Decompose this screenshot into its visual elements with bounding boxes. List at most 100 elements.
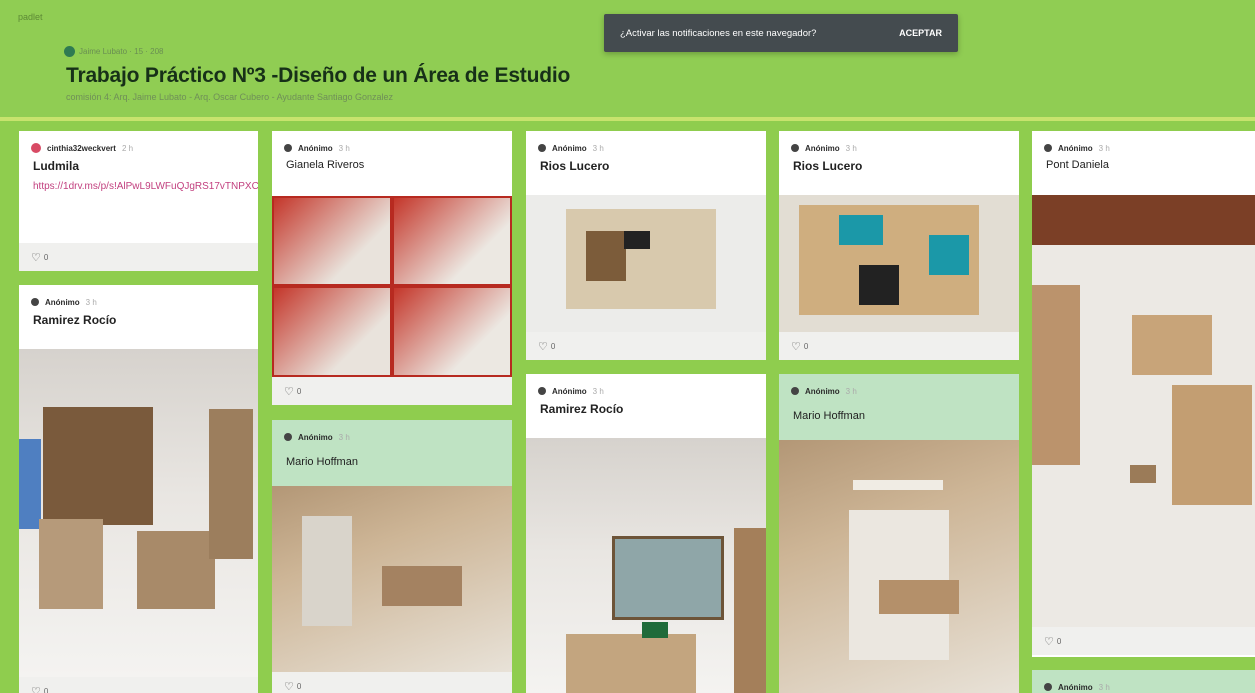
post-image[interactable]	[272, 486, 512, 672]
post-title: Mario Hoffman	[286, 456, 358, 468]
post-time: 3 h	[845, 143, 857, 153]
like-count: 0	[550, 341, 556, 351]
heart-icon[interactable]: ♡	[1044, 635, 1054, 648]
user-avatar-icon	[1044, 144, 1052, 152]
heart-icon[interactable]: ♡	[31, 685, 41, 693]
post-image[interactable]	[779, 440, 1019, 693]
post-card-ramirez-rocio[interactable]: Anónimo 3 h Ramirez Rocío ♡ 0	[19, 285, 258, 693]
accept-notifications-button[interactable]: ACEPTAR	[899, 28, 942, 38]
header-divider	[0, 117, 1255, 121]
post-time: 3 h	[1098, 143, 1110, 153]
post-author: Anónimo	[805, 386, 840, 396]
user-avatar-icon	[791, 144, 799, 152]
post-time: 3 h	[338, 143, 350, 153]
post-title: Ramirez Rocío	[540, 402, 624, 416]
post-title: Mario Hoffman	[793, 410, 865, 422]
like-count: 0	[296, 386, 302, 396]
table-edge-shape	[1032, 195, 1255, 245]
post-time: 3 h	[592, 386, 604, 396]
post-title: Ludmila	[33, 159, 80, 173]
post-header: Anónimo 3 h	[272, 420, 512, 454]
post-card-rios-lucero-2[interactable]: Anónimo 3 h Rios Lucero ♡ 0	[779, 131, 1019, 360]
post-card-ludmila[interactable]: cinthia32weckvert 2 h Ludmila https://1d…	[19, 131, 258, 271]
post-image[interactable]	[526, 438, 766, 693]
like-count: 0	[1056, 636, 1062, 646]
box-shape	[1172, 385, 1252, 505]
post-author: Anónimo	[298, 432, 333, 442]
desk-shape	[382, 566, 462, 606]
shelf-shape	[1132, 315, 1212, 375]
post-card-mario-hoffman[interactable]: Anónimo 3 h Mario Hoffman ♡ 0	[272, 420, 512, 693]
post-time: 3 h	[845, 386, 857, 396]
image-tile	[274, 288, 390, 375]
like-count: 0	[43, 686, 49, 693]
app-logo[interactable]: padlet	[18, 12, 43, 22]
post-card-mario-hoffman-2[interactable]: Anónimo 3 h Mario Hoffman	[779, 374, 1019, 693]
user-avatar-icon	[791, 387, 799, 395]
notification-text: ¿Activar las notificaciones en este nave…	[620, 27, 817, 39]
notification-banner: ¿Activar las notificaciones en este nave…	[604, 14, 958, 52]
window-shape	[929, 235, 969, 275]
post-image[interactable]	[779, 195, 1019, 332]
window-shape	[612, 536, 724, 620]
post-title: Rios Lucero	[793, 159, 863, 173]
heart-icon[interactable]: ♡	[538, 340, 548, 353]
post-footer: ♡ 0	[779, 332, 1019, 360]
image-tile	[394, 198, 510, 284]
board-title: Trabajo Práctico Nº3 -Diseño de un Área …	[66, 64, 571, 87]
post-time: 3 h	[1098, 682, 1110, 692]
post-footer: ♡ 0	[19, 677, 258, 693]
post-card-gianela-riveros[interactable]: Anónimo 3 h Gianela Riveros ♡ 0	[272, 131, 512, 405]
desk-shape	[566, 634, 696, 693]
partition-shape	[302, 516, 352, 626]
post-image[interactable]	[19, 349, 258, 677]
post-time: 3 h	[338, 432, 350, 442]
chair-shape	[1130, 465, 1156, 483]
heart-icon[interactable]: ♡	[791, 340, 801, 353]
post-footer: ♡ 0	[19, 243, 258, 271]
post-link[interactable]: https://1drv.ms/p/s!AlPwL9LWFuQJgRS17vTN…	[19, 173, 258, 194]
image-tile	[394, 288, 510, 375]
post-author: Anónimo	[552, 386, 587, 396]
tv-shape	[19, 439, 41, 529]
post-footer: ♡ 0	[272, 672, 512, 693]
heart-icon[interactable]: ♡	[284, 385, 294, 398]
post-author: Anónimo	[552, 143, 587, 153]
post-image[interactable]	[1032, 195, 1255, 627]
post-card-rios-lucero[interactable]: Anónimo 3 h Rios Lucero ♡ 0	[526, 131, 766, 360]
post-card-pont-daniela[interactable]: Anónimo 3 h Pont Daniela ♡ 0	[1032, 131, 1255, 657]
like-count: 0	[43, 252, 49, 262]
post-author: cinthia32weckvert	[47, 143, 116, 153]
chair-shape	[859, 265, 899, 305]
shelf-shape	[39, 519, 103, 609]
wardrobe-shape	[43, 407, 153, 525]
heart-icon[interactable]: ♡	[31, 251, 41, 264]
heart-icon[interactable]: ♡	[284, 680, 294, 693]
post-footer: ♡ 0	[272, 377, 512, 405]
door-shape	[734, 528, 766, 693]
post-author: Anónimo	[298, 143, 333, 153]
like-count: 0	[803, 341, 809, 351]
post-time: 2 h	[121, 143, 134, 153]
post-header: Anónimo 3 h	[1032, 670, 1255, 693]
board-author: Jaime Lubato · 15 · 208	[79, 47, 164, 56]
image-tile	[274, 198, 390, 284]
wall-shape	[1032, 285, 1080, 465]
post-author: Anónimo	[1058, 143, 1093, 153]
user-avatar-icon	[538, 387, 546, 395]
post-card-partial[interactable]: Anónimo 3 h	[1032, 670, 1255, 693]
user-avatar-icon	[284, 433, 292, 441]
desk-shape	[137, 531, 215, 609]
post-card-ramirez-rocio-2[interactable]: Anónimo 3 h Ramirez Rocío	[526, 374, 766, 693]
user-avatar-icon	[1044, 683, 1052, 691]
post-header: Anónimo 3 h	[779, 374, 1019, 408]
post-image[interactable]	[272, 196, 512, 377]
post-image[interactable]	[526, 195, 766, 332]
post-footer: ♡ 0	[1032, 627, 1255, 655]
monitor-shape	[642, 622, 668, 638]
like-count: 0	[296, 681, 302, 691]
post-footer: ♡ 0	[526, 332, 766, 360]
post-author: Anónimo	[45, 297, 80, 307]
board-author-line: Jaime Lubato · 15 · 208	[64, 46, 164, 57]
user-avatar-icon	[538, 144, 546, 152]
